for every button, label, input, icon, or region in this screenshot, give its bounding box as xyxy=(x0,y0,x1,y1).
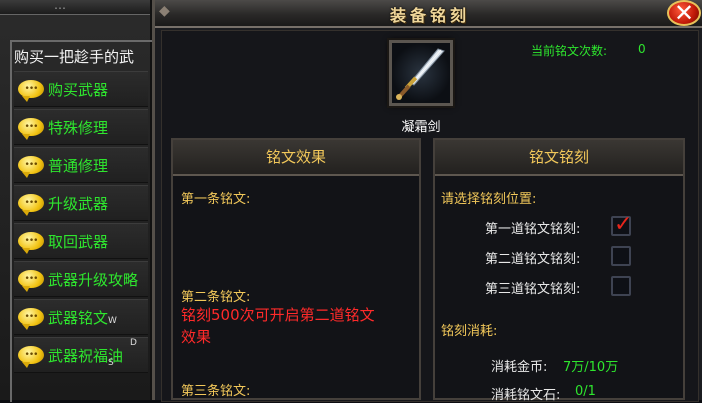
slot2-unlock-hint-cont: 效果 xyxy=(181,328,212,346)
menu-item-label: 购买武器 xyxy=(48,80,109,99)
menu-item-weapon-inscription[interactable]: ••• 武器铭文 xyxy=(14,299,148,335)
chat-bubble-icon: ••• xyxy=(18,156,44,178)
close-icon: ✕ xyxy=(673,0,695,27)
menu-item-special-repair[interactable]: ••• 特殊修理 xyxy=(14,109,148,145)
chat-bubble-icon: ••• xyxy=(18,194,44,216)
choose-position-label: 请选择铭刻位置: xyxy=(441,192,537,207)
chat-bubble-icon: ••• xyxy=(18,80,44,102)
menu-item-buy-weapon[interactable]: ••• 购买武器 xyxy=(14,71,148,107)
slot2-effect-label: 第二条铭文: xyxy=(181,290,251,305)
menu-item-label: 升级武器 xyxy=(48,194,109,213)
slot1-effect-label: 第一条铭文: xyxy=(181,192,251,207)
stone-cost-label: 消耗铭文石: xyxy=(491,388,561,403)
menu-item-label: 普通修理 xyxy=(48,156,109,175)
stone-cost-value: 0/1 xyxy=(575,384,596,399)
joystick-w-label: W xyxy=(108,316,117,326)
slot2-checkbox[interactable] xyxy=(611,246,631,266)
gold-cost-value: 7万/10万 xyxy=(563,360,619,375)
menu-item-normal-repair[interactable]: ••• 普通修理 xyxy=(14,147,148,183)
engrave-count-label: 当前铭文次数: xyxy=(531,44,608,58)
slot1-engrave-label: 第一道铭文铭刻: xyxy=(485,222,581,237)
sword-icon xyxy=(396,48,445,100)
inscription-effect-panel: 铭文效果 第一条铭文: 第二条铭文: 铭刻500次可开启第二道铭文 效果 第三条… xyxy=(171,138,421,400)
menu-item-label: 取回武器 xyxy=(48,232,109,251)
npc-top-strip: … xyxy=(0,0,150,15)
slot3-effect-label: 第三条铭文: xyxy=(181,384,251,399)
menu-item-upgrade-guide[interactable]: ••• 武器升级攻略 xyxy=(14,261,148,297)
npc-top-strip-text: … xyxy=(54,0,66,12)
weapon-slot[interactable] xyxy=(389,40,453,106)
chat-bubble-icon: ••• xyxy=(18,308,44,330)
menu-item-label: 特殊修理 xyxy=(48,118,109,137)
engrave-panel-header-text: 文铭刻 xyxy=(544,148,590,166)
engrave-count-value: 0 xyxy=(638,42,646,56)
chat-bubble-icon: ••• xyxy=(18,346,44,368)
effect-panel-header: 铭文效果 xyxy=(173,140,419,176)
slot2-engrave-label: 第二道铭文铭刻: xyxy=(485,252,581,267)
gold-cost-label: 消耗金币: xyxy=(491,360,548,375)
menu-item-upgrade-weapon[interactable]: ••• 升级武器 xyxy=(14,185,148,221)
slot3-engrave-label: 第三道铭文铭刻: xyxy=(485,282,581,297)
menu-item-retrieve-weapon[interactable]: ••• 取回武器 xyxy=(14,223,148,259)
chat-bubble-icon: ••• xyxy=(18,118,44,140)
cost-label: 铭刻消耗: xyxy=(441,324,498,339)
weapon-name: 凝霜剑 xyxy=(401,120,441,135)
joystick-s-label: S xyxy=(108,358,114,368)
close-button[interactable]: ✕ xyxy=(667,0,701,26)
chat-bubble-icon: ••• xyxy=(18,270,44,292)
slot1-checkbox[interactable]: ✓ xyxy=(611,212,632,237)
menu-item-blessing-oil[interactable]: ••• 武器祝福油 xyxy=(14,337,148,373)
slot3-checkbox[interactable] xyxy=(611,276,631,296)
checkmark-icon: ✓ xyxy=(614,212,633,237)
window-title: 装备铭刻 xyxy=(389,6,470,25)
chat-bubble-icon: ••• xyxy=(18,232,44,254)
slot2-unlock-hint: 铭刻500次可开启第二道铭文 xyxy=(181,306,375,324)
joystick-d-label: D xyxy=(130,338,137,348)
menu-item-label: 武器升级攻略 xyxy=(48,270,139,289)
inscription-engrave-panel: 铭文铭刻 请选择铭刻位置: 第一道铭文铭刻: ✓ 第二道铭文铭刻: 第三道铭文铭… xyxy=(433,138,685,403)
window-title-bar: ◆ 装备铭刻 xyxy=(155,0,702,28)
engrave-window: ◆ 装备铭刻 ✕ 当前铭文次数: 0 凝霜剑 铭文效果 第一条铭文: 第二条铭文… xyxy=(152,0,702,403)
npc-greeting: 购买一把趁手的武 xyxy=(14,48,135,66)
npc-dialog-panel: … 购买一把趁手的武 ••• 购买武器 ••• 特殊修理 ••• 普通修理 ••… xyxy=(0,0,154,402)
engrave-panel-header: 铭文铭刻 xyxy=(435,140,683,176)
menu-item-label: 武器铭文 xyxy=(48,308,109,327)
